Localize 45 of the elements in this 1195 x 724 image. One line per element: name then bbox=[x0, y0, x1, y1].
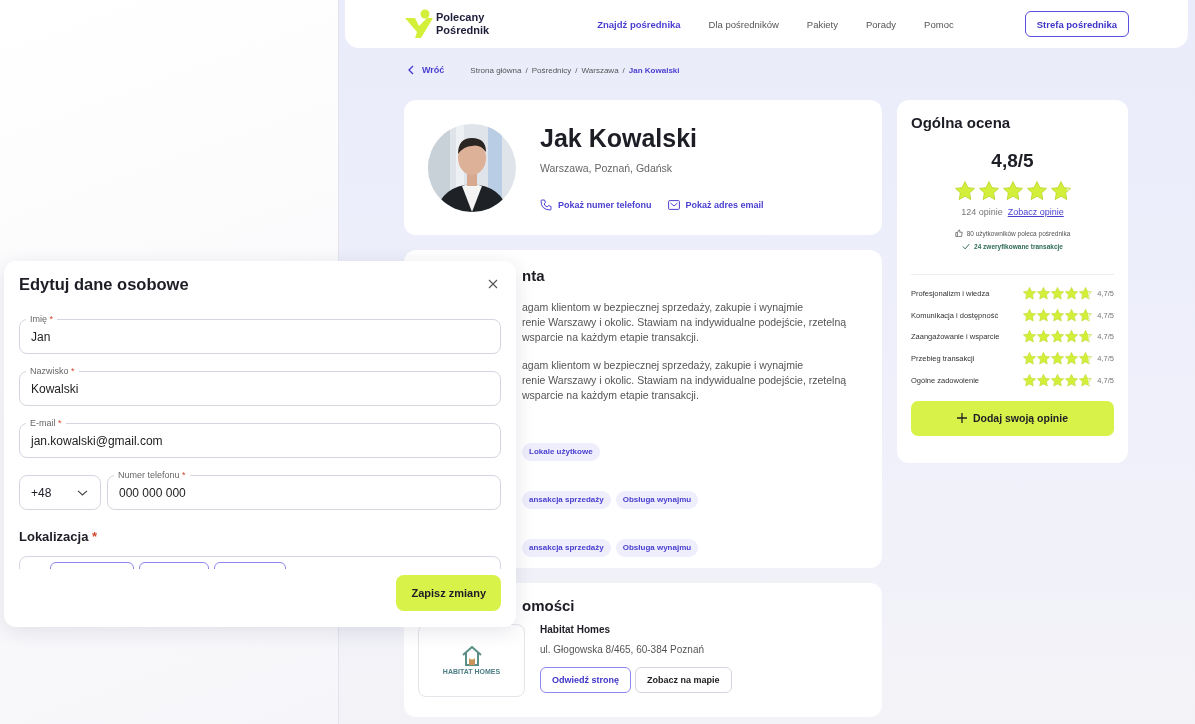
rating-score: 4,8/5 bbox=[991, 150, 1034, 172]
breadcrumb-separator: / bbox=[622, 65, 625, 75]
agency-address: ul. Głogowska 8/465, 60-384 Poznań bbox=[540, 644, 705, 655]
section-title: omości bbox=[521, 596, 576, 616]
agency-name: Habitat Homes bbox=[540, 624, 611, 635]
dialog-title: Edytuj dane osobowe bbox=[19, 274, 189, 294]
nav-link[interactable]: Pomoc bbox=[924, 18, 954, 30]
show-email-link[interactable]: Pokaż adres email bbox=[667, 199, 764, 211]
nav-link[interactable]: Dla pośredników bbox=[708, 18, 779, 30]
section-label: Lokalizacja * bbox=[19, 529, 99, 544]
nav-link[interactable]: Porady bbox=[866, 18, 897, 30]
breadcrumb-link[interactable]: Jan Kowalski bbox=[628, 65, 680, 75]
agent-name: Jak Kowalski bbox=[540, 124, 699, 152]
map-button[interactable]: Zobacz na mapie bbox=[635, 667, 732, 693]
breadcrumb-separator: / bbox=[575, 65, 578, 75]
broker-zone-button[interactable]: Strefa pośrednika bbox=[1024, 11, 1129, 37]
country-code-select[interactable]: +48 bbox=[19, 475, 101, 510]
add-review-button[interactable]: Dodaj swoją opinie bbox=[911, 400, 1114, 436]
breadcrumb-link[interactable]: Pośrednicy bbox=[531, 65, 572, 75]
back-link[interactable]: Wróć bbox=[407, 65, 445, 75]
visit-website-button[interactable]: Odwiedź stronę bbox=[540, 667, 631, 693]
see-reviews-link[interactable]: Zobacz opinie bbox=[1007, 207, 1064, 217]
breadcrumb-link[interactable]: Warszawa bbox=[581, 65, 619, 75]
logo-text[interactable]: Polecany Pośrednik bbox=[436, 11, 490, 37]
field-label: E-mail * bbox=[26, 417, 66, 429]
description-paragraph: agam klientom w bezpiecznej sprzedaży, zakupie i wynajmie renie Warszawy i okolic. Stawiam na indywidualne podejście, rzetelną wsparcie na każdym etapie transakcji. bbox=[522, 358, 848, 403]
tag: Lokale użytkowe bbox=[522, 443, 600, 461]
field-label: Numer telefonu * bbox=[114, 469, 190, 481]
tag: ansakcja sprzedaży bbox=[522, 491, 611, 509]
agent-cities: Warszawa, Poznań, Gdańsk bbox=[540, 162, 674, 174]
review-count: 124 opinie bbox=[961, 207, 1003, 217]
show-phone-link[interactable]: Pokaż numer telefonu bbox=[540, 199, 652, 211]
section-title: nta bbox=[522, 266, 546, 286]
field-label: Imię * bbox=[26, 313, 58, 325]
description-paragraph: agam klientom w bezpiecznej sprzedaży, zakupie i wynajmie renie Warszawy i okolic. Stawiam na indywidualne podejście, rzetelną wsparcie na każdym etapie transakcji. bbox=[522, 300, 848, 345]
tag: Obsługa wynajmu bbox=[615, 539, 699, 557]
tag: Obsługa wynajmu bbox=[615, 491, 699, 509]
nav-link[interactable]: Pakiety bbox=[806, 18, 838, 30]
tag: ansakcja sprzedaży bbox=[522, 539, 611, 557]
save-button[interactable]: Zapisz zmiany bbox=[396, 575, 501, 611]
rating-title: Ogólna ocena bbox=[911, 114, 1012, 131]
breadcrumb-separator: / bbox=[525, 65, 528, 75]
field-label: Nazwisko * bbox=[26, 365, 79, 377]
nav-link[interactable]: Znajdź pośrednika bbox=[597, 18, 681, 30]
breadcrumb-link[interactable]: Strona główna bbox=[470, 65, 522, 75]
